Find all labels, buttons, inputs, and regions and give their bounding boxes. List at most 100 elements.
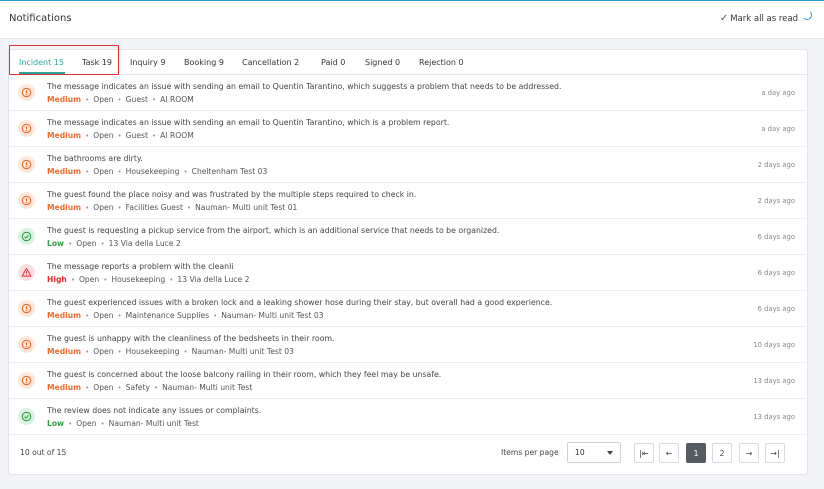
notification-meta: High • Open • Housekeeping • 13 Via della Luce…: [47, 275, 249, 284]
notification-message: The bathrooms are dirty.: [47, 154, 143, 163]
notification-message: The message reports a problem with the c…: [47, 262, 234, 271]
separator-dot: •: [68, 419, 73, 428]
notification-time: 2 days ago: [757, 161, 795, 169]
separator-dot: •: [153, 383, 159, 392]
active-tab-underline: [19, 72, 65, 74]
status-label: Open: [93, 95, 114, 104]
location-label: Nauman- Multi unit Test: [162, 383, 253, 392]
separator-dot: •: [85, 347, 90, 356]
notification-row[interactable]: The guest found the place noisy and was …: [9, 183, 809, 219]
tab-booking[interactable]: Booking 9: [184, 58, 224, 67]
separator-dot: •: [68, 239, 73, 248]
page-button-1[interactable]: 1: [686, 443, 706, 463]
severity-label: Medium: [47, 203, 82, 212]
separator-dot: •: [186, 203, 192, 212]
notification-row[interactable]: The guest is concerned about the loose b…: [9, 363, 809, 399]
location-label: 13 Via della Luce 2: [108, 239, 181, 248]
separator-dot: •: [85, 95, 90, 104]
separator-dot: •: [151, 131, 157, 140]
category-label: Housekeeping: [125, 347, 180, 356]
separator-dot: •: [117, 383, 122, 392]
location-label: 13 Via della Luce 2: [177, 275, 250, 284]
severity-label: Medium: [47, 167, 82, 176]
items-per-page-value: 10: [575, 448, 585, 457]
notification-message: The message indicates an issue with send…: [47, 82, 562, 91]
notification-row[interactable]: The message indicates an issue with send…: [9, 75, 809, 111]
status-label: Open: [93, 131, 114, 140]
separator-dot: •: [117, 167, 122, 176]
notification-meta: Medium • Open • Safety • Nauman- Multi unit Te…: [47, 383, 252, 392]
notification-row[interactable]: The message indicates an issue with send…: [9, 111, 809, 147]
tab-task[interactable]: Task 19: [82, 58, 112, 67]
notification-row[interactable]: The bathrooms are dirty. Medium • Open • Hous…: [9, 147, 809, 183]
notification-meta: Medium • Open • Guest • AI ROOM: [47, 95, 194, 104]
pagination-footer: 10 out of 15 Items per page 10 |⇤ ← 1 2 …: [9, 431, 809, 475]
notifications-card: Incident 15 Task 19 Inquiry 9 Booking 9 Canc…: [8, 45, 809, 475]
separator-dot: •: [183, 347, 188, 356]
separator-dot: •: [151, 95, 157, 104]
notification-row[interactable]: The guest is requesting a pickup service…: [9, 219, 809, 255]
alert-circle-icon: [18, 336, 35, 353]
separator-dot: •: [85, 131, 90, 140]
alert-circle-icon: [18, 156, 35, 173]
notification-meta: Medium • Open • Facilities Guest • Nauman- Mul…: [47, 203, 297, 212]
notification-row[interactable]: The message reports a problem with the c…: [9, 255, 809, 291]
notification-time: 2 days ago: [757, 197, 795, 205]
separator-dot: •: [117, 203, 122, 212]
status-label: Open: [93, 311, 114, 320]
status-label: Open: [93, 203, 114, 212]
severity-label: Medium: [47, 311, 82, 320]
separator-dot: •: [70, 275, 75, 284]
tab-rejection[interactable]: Rejection 0: [419, 58, 464, 67]
severity-label: Medium: [47, 383, 82, 392]
notification-row[interactable]: The guest experienced issues with a brok…: [9, 291, 809, 327]
notification-time: 6 days ago: [757, 305, 795, 313]
severity-label: Medium: [47, 95, 82, 104]
notification-message: The review does not indicate any issues …: [47, 406, 262, 415]
tab-cancellation[interactable]: Cancellation 2: [242, 58, 299, 67]
items-per-page-select[interactable]: 10: [567, 442, 621, 463]
category-label: Guest: [125, 95, 148, 104]
alert-circle-icon: [18, 120, 35, 137]
check-circle-icon: [18, 228, 35, 245]
separator-dot: •: [100, 419, 105, 428]
double-check-icon: ✓: [719, 13, 729, 24]
next-page-button[interactable]: →: [739, 443, 759, 463]
separator-dot: •: [169, 275, 174, 284]
status-label: Open: [78, 275, 100, 284]
notification-row[interactable]: The guest is unhappy with the cleanlines…: [9, 327, 809, 363]
notification-row[interactable]: The review does not indicate any issues …: [9, 399, 809, 435]
notification-message: The message indicates an issue with send…: [47, 118, 450, 127]
separator-dot: •: [85, 167, 90, 176]
notification-time: 13 days ago: [753, 413, 795, 421]
first-page-button[interactable]: |⇤: [634, 443, 654, 463]
notification-message: The guest is concerned about the loose b…: [47, 370, 442, 379]
notification-time: 6 days ago: [757, 269, 795, 277]
page-button-2[interactable]: 2: [712, 443, 732, 463]
notification-time: a day ago: [761, 89, 795, 97]
tab-paid[interactable]: Paid 0: [321, 58, 345, 67]
notification-time: a day ago: [761, 125, 795, 133]
status-label: Open: [93, 383, 114, 392]
severity-label: Low: [47, 239, 65, 248]
mark-all-read-button[interactable]: ✓ Mark all as read: [720, 13, 798, 24]
status-label: Open: [76, 419, 97, 428]
category-label: Safety: [125, 383, 150, 392]
loading-spinner-icon: [802, 10, 812, 20]
category-label: Housekeeping: [111, 275, 166, 284]
last-page-button[interactable]: →|: [765, 443, 785, 463]
notification-meta: Medium • Open • Housekeeping • Cheltenham Test…: [47, 167, 267, 176]
separator-dot: •: [85, 311, 90, 320]
prev-page-button[interactable]: ←: [659, 443, 679, 463]
tab-signed[interactable]: Signed 0: [365, 58, 400, 67]
notification-time: 6 days ago: [757, 233, 795, 241]
alert-circle-icon: [18, 192, 35, 209]
result-count: 10 out of 15: [20, 448, 67, 457]
location-label: Nauman- Multi unit Test 03: [191, 347, 294, 356]
tab-incident[interactable]: Incident 15: [19, 58, 64, 67]
page-title: Notifications: [9, 13, 72, 24]
separator-dot: •: [85, 383, 90, 392]
notification-meta: Medium • Open • Housekeeping • Nauman- Multi u…: [47, 347, 294, 356]
notification-time: 10 days ago: [753, 341, 795, 349]
tab-inquiry[interactable]: Inquiry 9: [130, 58, 165, 67]
